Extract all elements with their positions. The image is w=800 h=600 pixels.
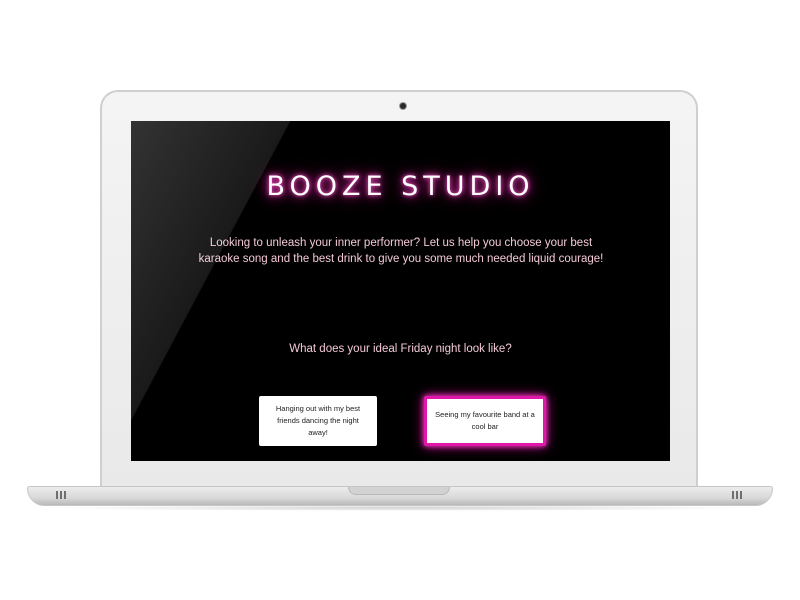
laptop-base <box>27 486 773 506</box>
laptop-mockup: BOOZE STUDIO Looking to unleash your inn… <box>0 0 800 600</box>
laptop-screen: BOOZE STUDIO Looking to unleash your inn… <box>131 121 670 461</box>
answer-option-2[interactable]: Seeing my favourite band at a cool bar <box>424 396 546 446</box>
speaker-vent-right-icon <box>732 491 744 499</box>
quiz-question: What does your ideal Friday night look l… <box>289 343 512 355</box>
answer-option-1-label: Hanging out with my best friends dancing… <box>275 404 361 437</box>
lid-opening-notch <box>348 487 450 495</box>
answer-option-2-label: Seeing my favourite band at a cool bar <box>435 410 535 431</box>
intro-text: Looking to unleash your inner performer?… <box>198 237 604 265</box>
site-title: BOOZE STUDIO <box>266 171 535 202</box>
speaker-vent-left-icon <box>56 491 68 499</box>
answer-option-1[interactable]: Hanging out with my best friends dancing… <box>259 396 377 446</box>
laptop-lid: BOOZE STUDIO Looking to unleash your inn… <box>100 90 698 488</box>
camera-icon <box>400 103 406 109</box>
